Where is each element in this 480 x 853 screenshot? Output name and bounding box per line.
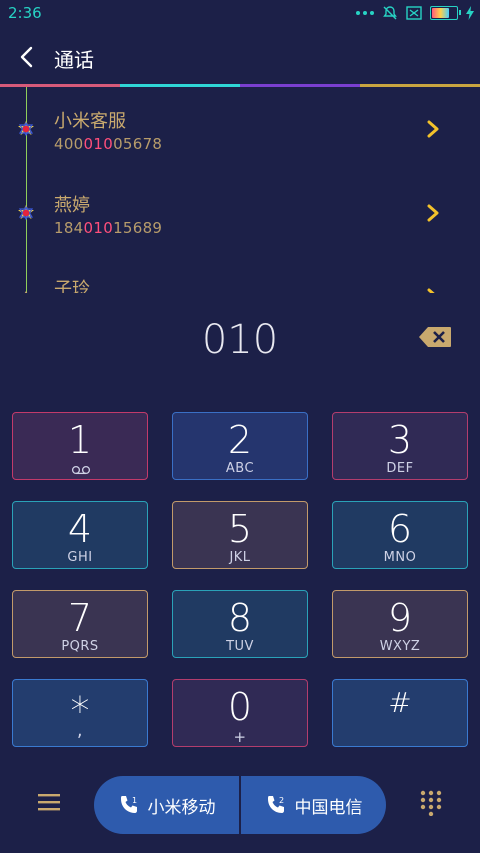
key-digit: 1 <box>67 418 93 462</box>
key-digit: 6 <box>387 507 413 551</box>
key-digit: # <box>388 686 412 719</box>
key-digit: 2 <box>227 418 253 462</box>
contact-name: 燕婷 <box>54 195 90 216</box>
key-letters: TUV <box>226 639 254 654</box>
key-3[interactable]: 3 DEF <box>332 412 468 480</box>
key-digit: 7 <box>67 596 93 640</box>
phone-sim2-icon: 2 <box>267 796 284 813</box>
backspace-icon[interactable] <box>418 326 452 348</box>
svg-text:1: 1 <box>132 796 137 805</box>
key-letters: MNO <box>383 550 417 565</box>
key-4[interactable]: 4 GHI <box>12 501 148 569</box>
status-time: 2:36 <box>8 4 42 22</box>
key-digit: 3 <box>387 418 413 462</box>
key-digit: 0 <box>227 685 253 729</box>
key-9[interactable]: 9 WXYZ <box>332 590 468 658</box>
chevron-right-icon[interactable] <box>426 203 440 223</box>
sim2-label: 中国电信 <box>294 797 363 818</box>
key-letters: DEF <box>386 461 414 476</box>
chevron-right-icon[interactable] <box>426 287 440 293</box>
key-digit: 5 <box>227 507 253 551</box>
key-8[interactable]: 8 TUV <box>172 590 308 658</box>
call-log-list[interactable]: 小米客服 40001005678 燕婷 18401015689 子玲 <box>0 87 480 293</box>
phone-sim1-icon: 1 <box>120 796 137 813</box>
key-letters: ABC <box>225 461 255 476</box>
sim-call-buttons: 1 小米移动 2 中国电信 <box>94 776 386 834</box>
chevron-left-icon[interactable] <box>16 44 38 70</box>
call-log-item[interactable]: 燕婷 18401015689 <box>0 185 480 269</box>
key-7[interactable]: 7 PQRS <box>12 590 148 658</box>
charging-icon <box>466 6 474 20</box>
key-digit: 4 <box>67 507 93 551</box>
key-letters: WXYZ <box>379 639 421 654</box>
key-letters: PQRS <box>61 639 99 654</box>
call-sim1-button[interactable]: 1 小米移动 <box>94 776 239 834</box>
key-digit: 8 <box>227 596 253 640</box>
header: 通话 <box>0 34 480 82</box>
key-letters: JKL <box>229 550 251 565</box>
key-0[interactable]: 0 + <box>172 679 308 747</box>
key-letters: + <box>233 728 247 746</box>
key-star[interactable]: * , <box>12 679 148 747</box>
key-6[interactable]: 6 MNO <box>332 501 468 569</box>
sim-off-icon <box>406 6 422 20</box>
status-bar: 2:36 <box>0 0 480 28</box>
mute-bell-icon <box>383 6 397 20</box>
voicemail-icon <box>71 465 91 475</box>
dialpad-grid-icon[interactable] <box>420 790 442 816</box>
star-node-icon <box>18 205 34 221</box>
call-log-item[interactable]: 小米客服 40001005678 <box>0 101 480 185</box>
dialed-number: 010 <box>201 317 279 363</box>
svg-text:2: 2 <box>279 796 284 805</box>
page-title: 通话 <box>54 48 94 72</box>
key-hash[interactable]: # <box>332 679 468 747</box>
node-marker-icon <box>24 291 28 293</box>
sim1-label: 小米移动 <box>147 797 216 818</box>
more-dots-icon <box>356 11 374 15</box>
key-1[interactable]: 1 <box>12 412 148 480</box>
star-node-icon <box>18 121 34 137</box>
call-log-item[interactable]: 子玲 <box>0 269 480 293</box>
key-2[interactable]: 2 ABC <box>172 412 308 480</box>
contact-number: 40001005678 <box>54 135 163 153</box>
chevron-right-icon[interactable] <box>426 119 440 139</box>
key-5[interactable]: 5 JKL <box>172 501 308 569</box>
hamburger-menu-icon[interactable] <box>38 792 60 812</box>
call-sim2-button[interactable]: 2 中国电信 <box>241 776 386 834</box>
key-digit: 9 <box>387 596 413 640</box>
contact-name: 子玲 <box>54 279 90 293</box>
contact-number: 18401015689 <box>54 219 163 237</box>
key-letters: , <box>76 720 84 741</box>
key-letters: GHI <box>67 550 93 565</box>
contact-name: 小米客服 <box>54 111 126 132</box>
battery-icon <box>430 6 461 20</box>
status-icons <box>356 5 474 21</box>
